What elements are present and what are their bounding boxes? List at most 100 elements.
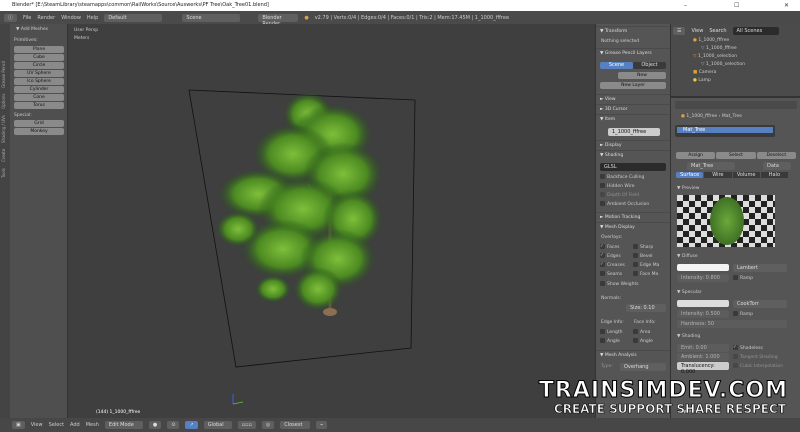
ambient-occlusion-checkbox[interactable]: Ambient Occlusion: [600, 201, 649, 207]
add-circle-button[interactable]: Circle: [14, 62, 64, 69]
motion-tracking-header[interactable]: ► Motion Tracking: [596, 212, 671, 221]
shading-select[interactable]: ●: [148, 421, 162, 429]
editor-type-icon[interactable]: ▣: [12, 421, 25, 429]
mesh-display-header[interactable]: ▼ Mesh Display: [596, 222, 671, 231]
add-meshes-header[interactable]: ▼ Add Meshes: [16, 27, 48, 32]
hidden-wire-checkbox[interactable]: Hidden Wire: [600, 183, 635, 189]
outliner-filter-select[interactable]: All Scenes: [732, 26, 779, 35]
edge-marks-checkbox[interactable]: Edge Ma: [633, 262, 659, 268]
tab-halo[interactable]: Halo: [760, 172, 788, 178]
material-slot-list[interactable]: Mat_Tree: [675, 125, 775, 137]
3d-cursor-header[interactable]: ► 3D Cursor: [596, 104, 671, 113]
outliner-item[interactable]: ● Lamp: [693, 78, 711, 83]
grease-pencil-header[interactable]: ▼ Grease Pencil Layers: [596, 48, 671, 57]
edge-length-checkbox[interactable]: Length: [600, 329, 623, 335]
outliner-item[interactable]: ● 1_1000_fffree: [693, 38, 729, 43]
analysis-type-select[interactable]: Overhang: [620, 363, 666, 371]
emit-field[interactable]: Emit: 0.00: [677, 344, 729, 352]
mode-select[interactable]: Edit Mode: [104, 421, 143, 429]
shading-panel-header[interactable]: ▼ Shading: [596, 150, 671, 159]
transform-panel-header[interactable]: ▼ Transform: [596, 26, 671, 35]
properties-context-tabs[interactable]: [675, 101, 797, 109]
maximize-button[interactable]: ☐: [734, 0, 739, 11]
outliner-item[interactable]: ▽ 1_1000_selection: [693, 54, 737, 59]
close-button[interactable]: ✕: [784, 0, 789, 11]
tab-tools[interactable]: Tools: [1, 168, 6, 178]
new-layer-button[interactable]: New Layer: [600, 82, 666, 89]
scene-select[interactable]: Scene: [182, 13, 241, 22]
mesh-analysis-header[interactable]: ▼ Mesh Analysis: [596, 350, 671, 359]
diffuse-header[interactable]: ▼ Diffuse: [677, 254, 698, 259]
render-engine-select[interactable]: Blender Render: [258, 13, 299, 27]
backface-culling-checkbox[interactable]: Backface Culling: [600, 174, 644, 180]
add-cone-button[interactable]: Cone: [14, 94, 64, 101]
menu-render[interactable]: Render: [37, 15, 55, 21]
translucency-field[interactable]: Translucency: 0.000: [677, 362, 729, 375]
orientation-select[interactable]: Global: [203, 421, 232, 429]
select-button[interactable]: Select: [716, 152, 756, 159]
menu-help[interactable]: Help: [87, 15, 98, 21]
menu-window[interactable]: Window: [61, 15, 81, 21]
diffuse-color-swatch[interactable]: [677, 264, 729, 271]
outliner-item[interactable]: ■ Camera: [693, 70, 716, 75]
diffuse-intensity-field[interactable]: Intensity: 0.800: [677, 274, 729, 282]
sharp-checkbox[interactable]: Sharp: [633, 244, 653, 250]
face-area-checkbox[interactable]: Area: [633, 329, 650, 335]
add-cylinder-button[interactable]: Cylinder: [14, 86, 64, 93]
pivot-select[interactable]: ⊙: [167, 421, 180, 429]
add-uv-sphere-button[interactable]: UV Sphere: [14, 70, 64, 77]
material-slot[interactable]: Mat_Tree: [677, 127, 773, 133]
outliner-item[interactable]: ▽ 1_1000_selection: [701, 62, 745, 67]
menu-add[interactable]: Add: [70, 422, 80, 428]
outliner-item[interactable]: ▽ 1_1000_fffree: [701, 46, 737, 51]
manipulator-toggle[interactable]: ↗: [185, 421, 198, 429]
add-plane-button[interactable]: Plane: [14, 46, 64, 53]
layout-select[interactable]: Default: [104, 13, 163, 22]
ambient-field[interactable]: Ambient: 1.000: [677, 353, 729, 361]
outliner-search-menu[interactable]: Search: [709, 28, 726, 34]
outliner-type-icon[interactable]: ☰: [673, 26, 686, 35]
diffuse-shader-select[interactable]: Lambert: [733, 264, 787, 272]
add-ico-sphere-button[interactable]: Ico Sphere: [14, 78, 64, 85]
minimize-button[interactable]: –: [684, 0, 687, 11]
specular-header[interactable]: ▼ Specular: [677, 290, 702, 295]
scene-toggle[interactable]: Scene: [600, 62, 633, 69]
item-panel-header[interactable]: ▼ Item: [596, 114, 671, 123]
proportional-falloff-select[interactable]: Closest: [280, 421, 311, 429]
shadeless-checkbox[interactable]: ✓ Shadeless: [733, 345, 763, 351]
object-toggle[interactable]: Object: [633, 62, 666, 69]
menu-select[interactable]: Select: [49, 422, 64, 428]
display-panel-header[interactable]: ► Display: [596, 140, 671, 149]
link-data-select[interactable]: Data: [763, 162, 791, 170]
specular-shader-select[interactable]: CookTorr: [733, 300, 787, 308]
assign-button[interactable]: Assign: [676, 152, 716, 159]
material-name-field[interactable]: Mat_Tree: [687, 162, 735, 170]
proportional-icon[interactable]: ◎: [261, 421, 275, 429]
specular-ramp-checkbox[interactable]: Ramp: [733, 311, 753, 317]
add-torus-button[interactable]: Torus: [14, 102, 64, 109]
normals-size-field[interactable]: Size: 0.10: [626, 304, 666, 312]
view-panel-header[interactable]: ► View: [596, 94, 671, 103]
hardness-field[interactable]: Hardness: 50: [677, 320, 787, 328]
select-mode-buttons[interactable]: ▫▫▫: [237, 421, 256, 429]
diffuse-ramp-checkbox[interactable]: Ramp: [733, 275, 753, 281]
outliner-view-menu[interactable]: View: [691, 28, 703, 34]
editor-type-icon[interactable]: ⓘ: [4, 13, 18, 22]
preview-header[interactable]: ▼ Preview: [677, 186, 699, 191]
face-marks-checkbox[interactable]: Face Ma: [633, 271, 658, 277]
shading-mode-select[interactable]: GLSL: [600, 163, 666, 171]
creases-checkbox[interactable]: ✓ Creases: [600, 262, 625, 268]
menu-file[interactable]: File: [23, 15, 31, 21]
3d-viewport[interactable]: User Persp Meters (144) 1_1000_fffree: [68, 24, 595, 418]
faces-checkbox[interactable]: ✓ Faces: [600, 244, 620, 250]
tree-model[interactable]: [68, 24, 595, 418]
deselect-button[interactable]: Deselect: [756, 152, 796, 159]
show-weights-checkbox[interactable]: Show Weights: [600, 281, 639, 287]
menu-mesh[interactable]: Mesh: [86, 422, 99, 428]
tab-wire[interactable]: Wire: [704, 172, 732, 178]
depth-of-field-checkbox[interactable]: Depth Of Field: [600, 192, 639, 198]
add-monkey-button[interactable]: Monkey: [14, 128, 64, 135]
tab-grease-pencil[interactable]: Grease Pencil: [1, 60, 6, 87]
tab-surface[interactable]: Surface: [676, 172, 704, 178]
add-grid-button[interactable]: Grid: [14, 120, 64, 127]
